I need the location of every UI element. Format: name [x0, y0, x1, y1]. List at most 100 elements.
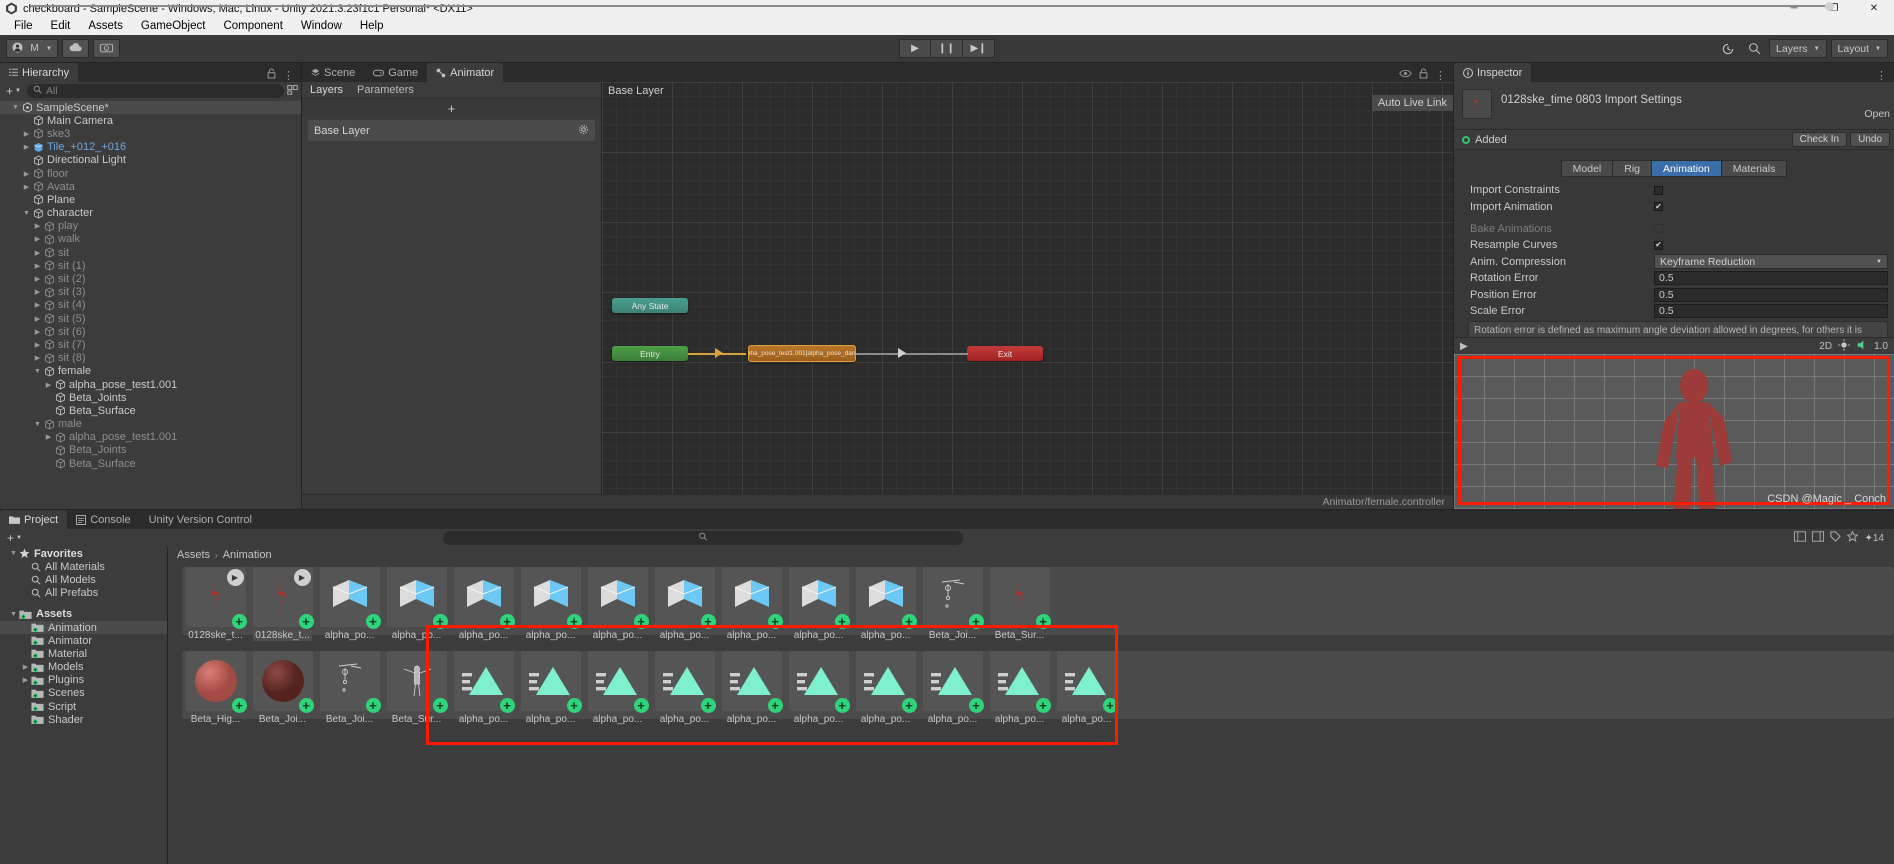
auto-live-link-button[interactable]: Auto Live Link: [1371, 95, 1453, 111]
animator-add-layer-row[interactable]: +: [302, 99, 601, 117]
subtab-parameters[interactable]: Parameters: [357, 84, 414, 96]
asset-thumbnail[interactable]: +: [922, 567, 984, 629]
project-tree-item[interactable]: Scenes: [0, 687, 167, 700]
disclosure-triangle-icon[interactable]: ▼: [10, 104, 21, 111]
project-tree-item[interactable]: Material: [0, 647, 167, 660]
hierarchy-sort-icon[interactable]: [287, 84, 298, 98]
hierarchy-item[interactable]: ▶ ske3: [0, 127, 301, 140]
tab-console[interactable]: Console: [67, 510, 139, 529]
hierarchy-item[interactable]: ▼ SampleScene*: [0, 101, 301, 115]
hierarchy-item[interactable]: ▶ sit (6): [0, 325, 301, 338]
lock-icon[interactable]: [1419, 68, 1428, 82]
tab-animation[interactable]: Animation: [1652, 160, 1722, 177]
tab-game[interactable]: Game: [364, 63, 427, 82]
asset-thumbnail[interactable]: +: [721, 651, 783, 713]
hierarchy-item[interactable]: ▶ play: [0, 220, 301, 233]
audio-icon[interactable]: [1856, 339, 1868, 354]
node-entry[interactable]: Entry: [612, 346, 688, 361]
animator-graph-canvas[interactable]: Base Layer Auto Live Link Any State Entr…: [602, 82, 1453, 494]
hierarchy-item[interactable]: ▶ sit (1): [0, 259, 301, 272]
project-tree-item[interactable]: All Models: [0, 573, 167, 586]
hierarchy-item[interactable]: Main Camera: [0, 114, 301, 127]
breadcrumb-animation[interactable]: Animation: [223, 549, 272, 561]
play-button[interactable]: ▶: [899, 39, 931, 58]
disclosure-triangle-icon[interactable]: ▶: [32, 341, 43, 349]
asset-thumbnail[interactable]: +: [788, 567, 850, 629]
asset-thumbnail[interactable]: +: [587, 567, 649, 629]
asset-row-1[interactable]: ▶ +0128ske_t... ▶ +0128ske_t... + alpha_po...…: [182, 567, 1894, 641]
disclosure-triangle-icon[interactable]: ▶: [20, 676, 31, 684]
transition-state-to-exit[interactable]: [856, 353, 968, 355]
tab-materials[interactable]: Materials: [1721, 160, 1788, 177]
hierarchy-item[interactable]: ▶ sit (8): [0, 352, 301, 365]
kebab-icon[interactable]: ⋮: [283, 69, 294, 82]
number-field[interactable]: 0.5: [1654, 303, 1888, 318]
filter-packages-icon[interactable]: [1794, 531, 1807, 545]
asset-item[interactable]: + alpha_po...: [651, 651, 718, 725]
hierarchy-item[interactable]: ▼ character: [0, 207, 301, 220]
kebab-icon[interactable]: ⋮: [1435, 69, 1446, 82]
asset-item[interactable]: + alpha_po...: [1053, 651, 1120, 725]
asset-item[interactable]: + alpha_po...: [986, 651, 1053, 725]
asset-thumbnail[interactable]: +: [587, 651, 649, 713]
hierarchy-item[interactable]: ▼ male: [0, 418, 301, 431]
hierarchy-item[interactable]: ▶ walk: [0, 233, 301, 246]
asset-item[interactable]: + alpha_po...: [651, 567, 718, 641]
number-field[interactable]: 0.5: [1654, 287, 1888, 302]
disclosure-triangle-icon[interactable]: ▶: [32, 275, 43, 283]
asset-item[interactable]: + alpha_po...: [584, 651, 651, 725]
project-add-button[interactable]: + ▼: [4, 531, 25, 545]
tab-scene[interactable]: Scene: [302, 63, 364, 82]
node-exit[interactable]: Exit: [967, 346, 1043, 361]
layers-dropdown[interactable]: Layers ▼: [1769, 39, 1827, 58]
disclosure-triangle-icon[interactable]: ▶: [21, 183, 32, 191]
hierarchy-item[interactable]: ▼ female: [0, 365, 301, 378]
favorite-star-icon[interactable]: [1846, 530, 1860, 545]
disclosure-triangle-icon[interactable]: ▶: [32, 315, 43, 323]
preview-play-button[interactable]: ▶: [1460, 341, 1468, 352]
kebab-icon[interactable]: ⋮: [1876, 69, 1887, 82]
asset-item[interactable]: + alpha_po...: [852, 567, 919, 641]
asset-thumbnail[interactable]: +: [1056, 651, 1118, 713]
subtab-layers[interactable]: Layers: [310, 84, 343, 96]
asset-item[interactable]: + Beta_Joi...: [316, 651, 383, 725]
asset-thumbnail[interactable]: +: [654, 567, 716, 629]
animation-preview-viewport[interactable]: CSDN @Magic _ Conch: [1454, 354, 1894, 509]
disclosure-triangle-icon[interactable]: ▶: [32, 301, 43, 309]
tab-project[interactable]: Project: [0, 510, 68, 529]
asset-thumbnail[interactable]: +: [386, 567, 448, 629]
dropdown-field[interactable]: Keyframe Reduction ▼: [1654, 254, 1888, 270]
hierarchy-item[interactable]: Beta_Joints: [0, 391, 301, 404]
disclosure-triangle-icon[interactable]: ▶: [32, 328, 43, 336]
hierarchy-item[interactable]: Beta_Surface: [0, 457, 301, 470]
asset-item[interactable]: ▶ +0128ske_t...: [182, 567, 249, 641]
visibility-icon[interactable]: [1399, 69, 1412, 81]
disclosure-triangle-icon[interactable]: ▶: [21, 143, 32, 151]
screenshot-button[interactable]: [93, 39, 120, 58]
disclosure-triangle-icon[interactable]: ▶: [32, 288, 43, 296]
preview-2d-toggle[interactable]: 2D: [1819, 341, 1832, 352]
disclosure-triangle-icon[interactable]: ▶: [21, 170, 32, 178]
disclosure-triangle-icon[interactable]: ▶: [32, 262, 43, 270]
gear-icon[interactable]: [578, 124, 589, 138]
disclosure-triangle-icon[interactable]: ▼: [32, 368, 43, 375]
asset-item[interactable]: + alpha_po...: [718, 567, 785, 641]
project-tree-item[interactable]: ▶ Plugins: [0, 674, 167, 687]
asset-thumbnail[interactable]: +: [922, 651, 984, 713]
asset-item[interactable]: + alpha_po...: [517, 651, 584, 725]
asset-thumbnail[interactable]: +: [855, 651, 917, 713]
asset-item[interactable]: + alpha_po...: [316, 567, 383, 641]
asset-thumbnail[interactable]: +: [252, 651, 314, 713]
filter-label-icon[interactable]: [1830, 531, 1842, 545]
hierarchy-search-input[interactable]: All: [26, 84, 284, 98]
disclosure-triangle-icon[interactable]: ▶: [21, 130, 32, 138]
hierarchy-item[interactable]: ▶ floor: [0, 167, 301, 180]
asset-thumbnail[interactable]: +: [319, 651, 381, 713]
layout-dropdown[interactable]: Layout ▼: [1830, 39, 1888, 58]
menu-assets[interactable]: Assets: [79, 17, 132, 35]
menu-help[interactable]: Help: [351, 17, 393, 35]
hierarchy-item[interactable]: ▶ sit (5): [0, 312, 301, 325]
hierarchy-item[interactable]: ▶ Tile_+012_+016: [0, 141, 301, 154]
cloud-button[interactable]: [62, 39, 89, 58]
asset-thumbnail[interactable]: +: [453, 651, 515, 713]
